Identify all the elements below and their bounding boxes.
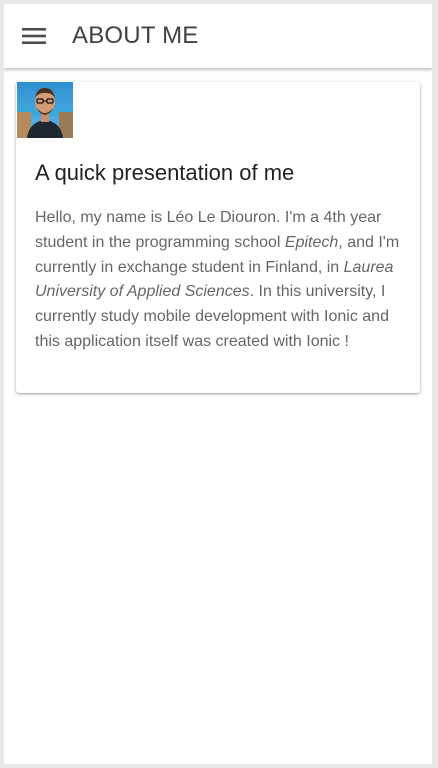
page-title: ABOUT ME	[72, 22, 199, 49]
hamburger-menu-icon	[22, 27, 46, 45]
main-content: A quick presentation of me Hello, my nam…	[4, 68, 432, 764]
menu-button[interactable]	[14, 20, 54, 52]
about-card: A quick presentation of me Hello, my nam…	[16, 82, 420, 393]
card-body-text: Hello, my name is Léo Le Diouron. I'm a …	[35, 206, 405, 355]
school-name: Epitech	[284, 233, 339, 251]
app-window: ABOUT ME A quick presentation of me Hell…	[4, 4, 432, 764]
card-title: A quick presentation of me	[35, 160, 295, 185]
toolbar: ABOUT ME	[4, 4, 432, 68]
avatar	[17, 82, 73, 138]
